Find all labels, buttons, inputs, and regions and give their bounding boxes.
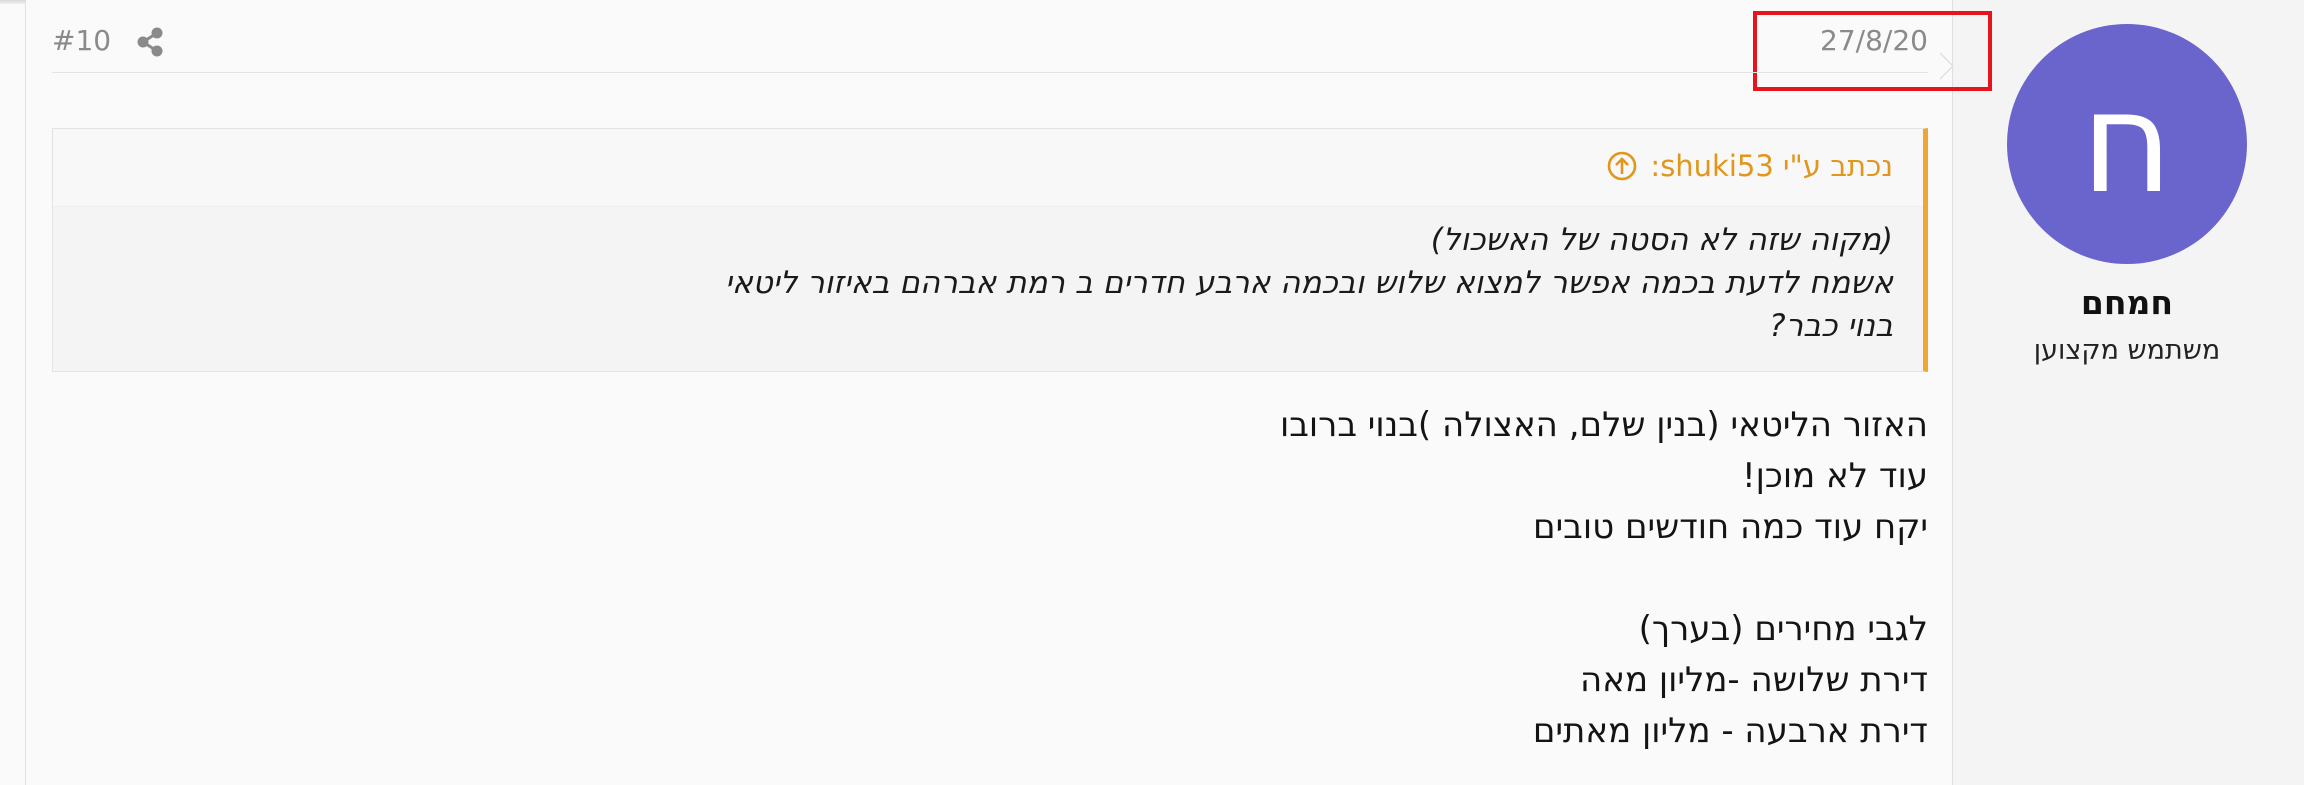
quote-header: נכתב ע"י shuki53: [53, 129, 1923, 207]
quote-line: (מקוה שזה לא הסטה של האשכול) [1430, 222, 1893, 258]
share-icon[interactable] [134, 26, 166, 58]
avatar[interactable]: ח [2007, 24, 2247, 264]
message-line: יקח עוד כמה חודשים טובים [1533, 507, 1928, 547]
username[interactable]: חמחם [1980, 283, 2274, 322]
message-line: האזור הליטאי (בנין שלם, האצולה )בנוי ברו… [1279, 405, 1928, 445]
avatar-letter: ח [2081, 62, 2173, 225]
message-line: דירת ארבעה - מליון מאתים [1532, 711, 1928, 751]
user-title: משתמש מקצוען [2033, 335, 2221, 366]
message-line: עוד לא מוכן! [1741, 456, 1928, 496]
quote-line: אשמח לדעת בכמה אפשר למצוא שלוש ובכמה ארב… [725, 265, 1893, 301]
quote-attribution-text[interactable]: נכתב ע"י shuki53: [1650, 149, 1893, 183]
message-line: דירת שלושה -מליון מאה [1580, 660, 1928, 700]
quote-block: נכתב ע"י shuki53: (מקוה שזה לא הסטה של ה… [52, 128, 1928, 372]
highlight-box [1753, 11, 1992, 91]
post-number-link[interactable]: #10 [52, 24, 111, 57]
quote-body: (מקוה שזה לא הסטה של האשכול) אשמח לדעת ב… [93, 219, 1893, 348]
quote-line: בנוי כבר? [1769, 308, 1893, 344]
quote-attribution[interactable]: נכתב ע"י shuki53: [1606, 149, 1893, 183]
arrow-up-circle-icon[interactable] [1606, 150, 1638, 182]
message-body: האזור הליטאי (בנין שלם, האצולה )בנוי ברו… [60, 400, 1928, 757]
header-divider [52, 72, 1928, 73]
message-line: לגבי מחירים (בערך) [1638, 609, 1928, 649]
